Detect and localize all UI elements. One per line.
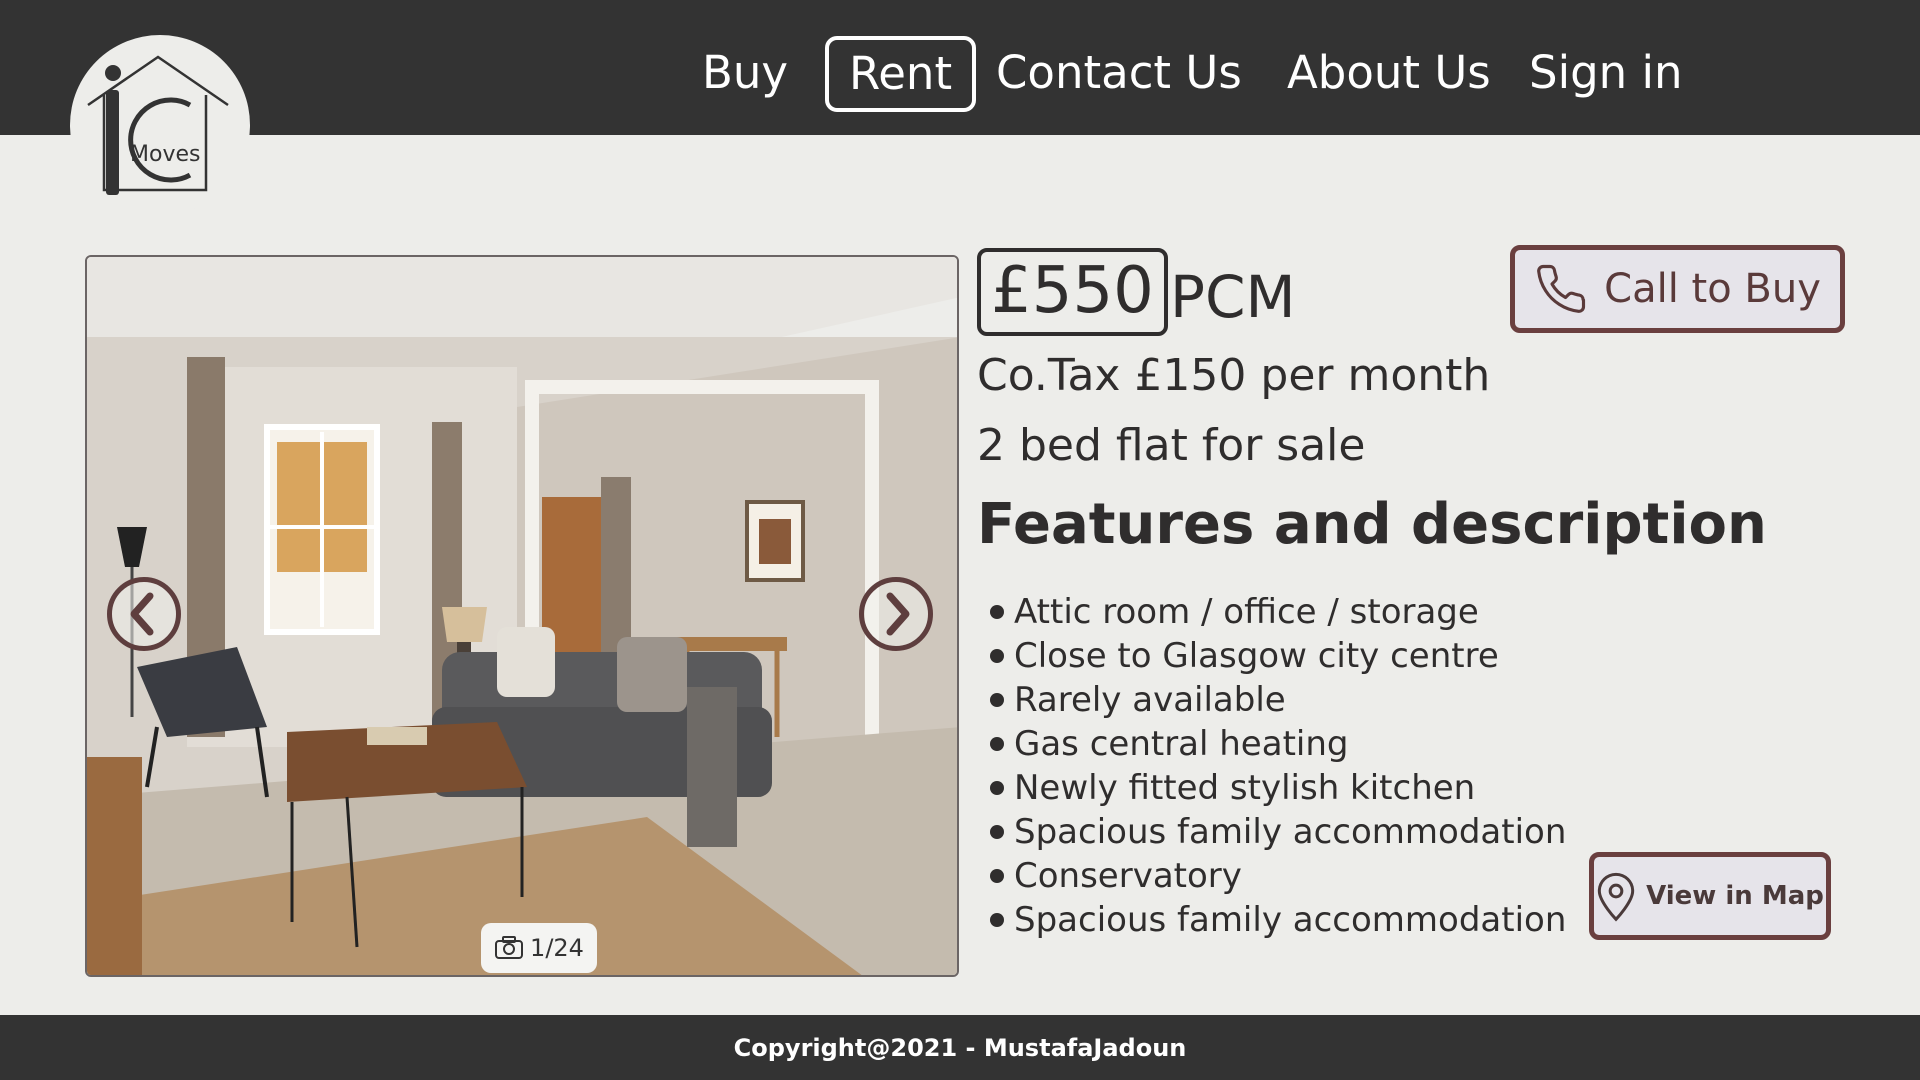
features-heading: Features and description (977, 492, 1767, 557)
bullet-icon (990, 737, 1004, 751)
photo-counter: 1/24 (481, 923, 597, 973)
next-photo-button[interactable] (859, 577, 933, 651)
listing-summary: 2 bed flat for sale (977, 420, 1366, 471)
bullet-icon (990, 825, 1004, 839)
bullet-icon (990, 649, 1004, 663)
feature-item: Spacious family accommodation (990, 810, 1566, 854)
view-in-map-label: View in Map (1646, 881, 1824, 911)
property-photo-gallery[interactable]: 1/24 (85, 255, 959, 977)
copyright-text: Copyright@2021 - MustafaJadoun (733, 1033, 1187, 1062)
living-room-photo (87, 257, 957, 975)
price-unit: PCM (1170, 263, 1296, 331)
nav-about-us[interactable]: About Us (1287, 36, 1491, 112)
call-to-buy-button[interactable]: Call to Buy (1510, 245, 1845, 333)
feature-item: Rarely available (990, 678, 1566, 722)
nav-contact-us[interactable]: Contact Us (996, 36, 1242, 112)
photo-counter-text: 1/24 (530, 934, 584, 962)
feature-item: Gas central heating (990, 722, 1566, 766)
nav-rent[interactable]: Rent (825, 36, 977, 112)
bullet-icon (990, 913, 1004, 927)
price-value: £550 (977, 248, 1168, 336)
phone-icon (1537, 264, 1586, 313)
features-list: Attic room / office / storage Close to G… (990, 590, 1566, 942)
prev-photo-button[interactable] (107, 577, 181, 651)
view-in-map-button[interactable]: View in Map (1589, 852, 1831, 940)
logo-text: Moves (130, 142, 200, 167)
feature-item: Spacious family accommodation (990, 898, 1566, 942)
bullet-icon (990, 605, 1004, 619)
council-tax: Co.Tax £150 per month (977, 350, 1491, 401)
feature-item: Conservatory (990, 854, 1566, 898)
bullet-icon (990, 869, 1004, 883)
feature-item: Attic room / office / storage (990, 590, 1566, 634)
feature-item: Close to Glasgow city centre (990, 634, 1566, 678)
chevron-left-icon (130, 592, 154, 636)
bullet-icon (990, 693, 1004, 707)
nav-sign-in[interactable]: Sign in (1529, 36, 1682, 112)
feature-item: Newly fitted stylish kitchen (990, 766, 1566, 810)
camera-icon (495, 936, 524, 959)
call-to-buy-label: Call to Buy (1604, 266, 1821, 312)
chevron-right-icon (886, 592, 910, 636)
bullet-icon (990, 781, 1004, 795)
footer-bar: Copyright@2021 - MustafaJadoun (0, 1015, 1920, 1080)
main-nav: Buy Rent Contact Us About Us Sign in (0, 0, 1920, 135)
nav-buy[interactable]: Buy (702, 36, 788, 112)
map-pin-icon (1597, 872, 1635, 922)
